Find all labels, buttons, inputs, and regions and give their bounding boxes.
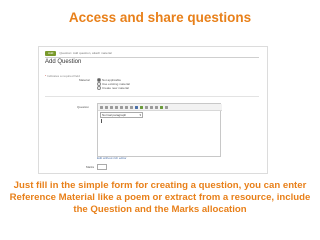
text-cursor — [101, 119, 102, 123]
table-icon[interactable] — [145, 105, 148, 109]
material-option-create-new[interactable]: Create new material — [97, 86, 130, 90]
link-icon[interactable] — [135, 105, 138, 109]
material-label: Material — [79, 78, 90, 82]
bold-icon[interactable] — [100, 105, 103, 109]
caption-line: Just fill in the simple form for creatin… — [13, 180, 307, 191]
underline-icon[interactable] — [110, 105, 113, 109]
topbar-divider — [45, 57, 259, 58]
caption-line: the Question and the Marks allocation — [73, 204, 247, 215]
caption-line: Reference Material like a poem or extrac… — [9, 192, 311, 203]
marks-input[interactable] — [97, 164, 107, 170]
indent-icon[interactable] — [125, 105, 128, 109]
html-icon[interactable] — [160, 105, 163, 109]
undo-icon[interactable] — [150, 105, 153, 109]
page-title: Add Question — [45, 59, 82, 65]
radio-icon[interactable] — [97, 86, 101, 90]
plain-editor-link[interactable]: Edit without rich editor — [97, 156, 127, 160]
section-divider — [45, 96, 259, 97]
question-label: Question — [77, 105, 90, 109]
redo-icon[interactable] — [155, 105, 158, 109]
material-option-label: Create new material — [102, 86, 129, 90]
list-ordered-icon[interactable] — [120, 105, 123, 109]
topbar-tag: Add — [45, 50, 57, 56]
question-editor[interactable]: Normal paragraph ▾ — [97, 103, 222, 157]
breadcrumb: Question: Add question, attach material — [59, 51, 112, 55]
editor-toolbar — [98, 104, 222, 111]
caption: Just fill in the simple form for creatin… — [0, 180, 320, 216]
material-options: Not applicable Use existing material Cre… — [97, 78, 130, 90]
required-note: * Indicates a required field — [45, 74, 80, 78]
marks-label: Marks — [86, 165, 95, 169]
required-icon: * — [45, 74, 47, 78]
format-select[interactable]: Normal paragraph ▾ — [100, 112, 143, 118]
list-icon[interactable] — [115, 105, 118, 109]
format-select-value: Normal paragraph — [102, 113, 127, 117]
outdent-icon[interactable] — [130, 105, 133, 109]
app-screenshot: Add Question: Add question, attach mater… — [38, 46, 268, 174]
fullscreen-icon[interactable] — [165, 105, 168, 109]
app-topbar: Add Question: Add question, attach mater… — [45, 50, 205, 56]
chevron-down-icon: ▾ — [139, 113, 141, 117]
italic-icon[interactable] — [105, 105, 108, 109]
required-note-text: Indicates a required field — [47, 74, 80, 78]
slide-title: Access and share questions — [68, 10, 252, 25]
image-icon[interactable] — [140, 105, 143, 109]
